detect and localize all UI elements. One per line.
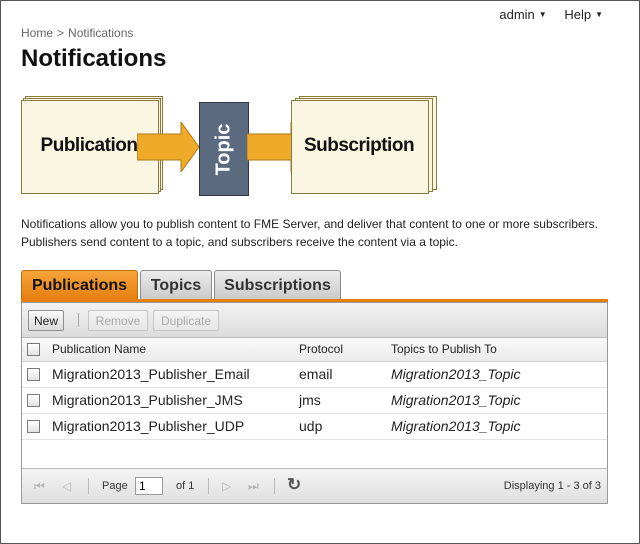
page-number-input[interactable] <box>135 477 163 495</box>
table-row[interactable]: Migration2013_Publisher_UDP udp Migratio… <box>22 414 607 440</box>
breadcrumb-current: Notifications <box>68 26 134 40</box>
publication-name-cell: Migration2013_Publisher_Email <box>52 366 250 382</box>
column-header-protocol[interactable]: Protocol <box>299 342 343 356</box>
page-label: Page <box>102 480 128 492</box>
paging-toolbar: ⏮ ◁ Page of 1 ▷ ⏭ ↻ Displaying 1 - 3 of … <box>22 468 607 503</box>
grid-header: Publication Name Protocol Topics to Publ… <box>22 338 607 362</box>
topic-cell: Migration2013_Topic <box>391 418 521 434</box>
top-menu: admin ▼ Help ▼ <box>485 7 603 22</box>
page-title: Notifications <box>21 45 167 72</box>
table-row[interactable]: Migration2013_Publisher_Email email Migr… <box>22 362 607 388</box>
arrow-right-icon <box>137 122 200 172</box>
help-menu-label: Help <box>564 7 592 22</box>
notifications-diagram: Publication Topic Subscription <box>21 96 441 201</box>
breadcrumb: Home > Notifications <box>21 26 133 40</box>
app-frame: admin ▼ Help ▼ Home > Notifications Notifica… <box>0 0 640 544</box>
topic-cell: Migration2013_Topic <box>391 392 521 408</box>
user-menu[interactable]: admin ▼ <box>499 7 546 22</box>
tab-subscriptions[interactable]: Subscriptions <box>214 270 341 300</box>
pager-separator <box>208 478 209 494</box>
topic-label: Topic <box>212 123 235 175</box>
last-page-icon[interactable]: ⏭ <box>248 479 259 494</box>
topic-box: Topic <box>199 102 249 196</box>
topic-cell: Migration2013_Topic <box>391 366 521 382</box>
protocol-cell: jms <box>299 392 321 408</box>
next-page-icon[interactable]: ▷ <box>222 479 231 493</box>
subscription-label: Subscription <box>303 135 415 156</box>
new-button[interactable]: New <box>28 310 64 331</box>
refresh-icon[interactable]: ↻ <box>287 475 301 495</box>
publications-grid: New Remove Duplicate Publication Name Pr… <box>21 302 608 504</box>
publication-name-cell: Migration2013_Publisher_UDP <box>52 418 245 434</box>
toolbar-separator <box>78 313 79 327</box>
user-menu-label: admin <box>499 7 535 22</box>
pager-separator <box>88 478 89 494</box>
help-menu[interactable]: Help ▼ <box>564 7 603 22</box>
displaying-count: Displaying 1 - 3 of 3 <box>503 480 601 492</box>
previous-page-icon[interactable]: ◁ <box>62 479 71 493</box>
duplicate-button[interactable]: Duplicate <box>153 310 219 331</box>
row-checkbox[interactable] <box>27 394 40 407</box>
row-checkbox[interactable] <box>27 420 40 433</box>
page-count-label: of 1 <box>176 480 195 492</box>
first-page-icon[interactable]: ⏮ <box>34 479 45 494</box>
caret-down-icon: ▼ <box>538 10 547 19</box>
description-text: Notifications allow you to publish conte… <box>21 217 598 249</box>
caret-down-icon: ▼ <box>595 10 603 19</box>
remove-button[interactable]: Remove <box>88 310 148 331</box>
breadcrumb-separator: > <box>57 26 65 40</box>
grid-toolbar: New Remove Duplicate <box>22 303 607 338</box>
tab-topics[interactable]: Topics <box>140 270 212 300</box>
protocol-cell: email <box>299 366 333 382</box>
column-header-topics[interactable]: Topics to Publish To <box>391 342 497 356</box>
select-all-checkbox[interactable] <box>27 343 40 356</box>
publication-name-cell: Migration2013_Publisher_JMS <box>52 392 243 408</box>
table-row[interactable]: Migration2013_Publisher_JMS jms Migratio… <box>22 388 607 414</box>
pager-separator <box>274 478 275 494</box>
breadcrumb-home[interactable]: Home <box>21 26 53 40</box>
row-checkbox[interactable] <box>27 368 40 381</box>
tab-publications[interactable]: Publications <box>21 270 138 300</box>
protocol-cell: udp <box>299 418 323 434</box>
column-header-name[interactable]: Publication Name <box>52 342 146 356</box>
